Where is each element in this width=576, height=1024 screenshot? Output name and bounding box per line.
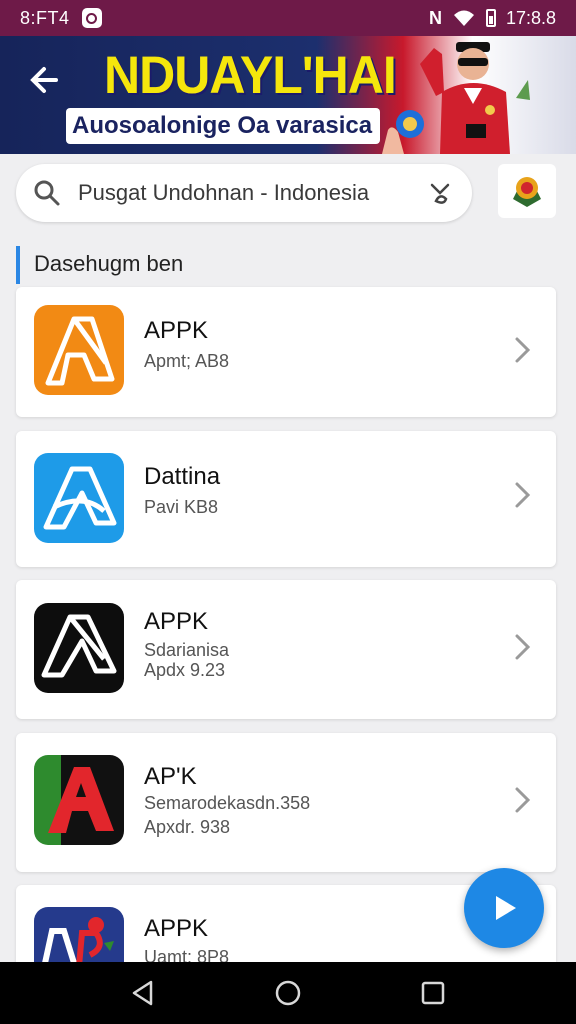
search-icon	[34, 180, 60, 206]
battery-icon	[485, 9, 496, 27]
status-bar: 8:FT4 N 17:8.8	[0, 0, 576, 36]
system-nav-bar	[0, 962, 576, 1024]
profile-badge-button[interactable]	[498, 164, 556, 218]
status-time: 8:FT4	[20, 7, 70, 28]
section-title: Dasehugm ben	[16, 246, 183, 284]
header-banner: NDUAYL'HAI Auosoalonige Oa varasica	[0, 36, 576, 154]
banner-person-illustration	[420, 42, 530, 154]
status-clock: 17:8.8	[505, 7, 556, 28]
banner-subline: Auosoalonige Oa varasica	[66, 108, 380, 144]
home-nav-icon[interactable]	[274, 979, 302, 1007]
voice-search-icon[interactable]	[426, 179, 454, 207]
search-row: Pusgat Undohnan - Indonesia	[0, 154, 576, 234]
nfc-icon: N	[428, 7, 442, 28]
apk-red-icon	[34, 755, 124, 845]
badge-icon	[513, 177, 541, 207]
apk-multicolor-icon	[34, 907, 124, 967]
app-name: APPK	[144, 915, 209, 942]
app-name: APPK	[144, 317, 209, 344]
app-card[interactable]: AP'K Semarodekasdn.358 Apxdr. 938	[16, 733, 556, 872]
wifi-icon	[453, 10, 474, 26]
app-meta: Sdarianisa	[144, 640, 230, 660]
app-card[interactable]: APPK Apmt; AB8	[16, 287, 556, 417]
app-name: AP'K	[144, 763, 197, 790]
search-input[interactable]: Pusgat Undohnan - Indonesia	[16, 164, 472, 222]
app-version: Apxdr. 938	[144, 817, 231, 837]
apk-orange-icon	[34, 305, 124, 395]
chevron-right-icon	[515, 337, 531, 363]
app-card[interactable]: APPK Sdarianisa Apdx 9.23	[16, 580, 556, 719]
apk-black-icon	[34, 603, 124, 693]
app-card[interactable]: Dattina Pavi KB8	[16, 431, 556, 567]
app-version: Apdx 9.23	[144, 660, 226, 680]
app-meta: Pavi KB8	[144, 497, 219, 517]
back-nav-icon[interactable]	[129, 979, 157, 1007]
chevron-right-icon	[515, 634, 531, 660]
app-meta: Semarodekasdn.358	[144, 793, 311, 813]
apk-blue-icon	[34, 453, 124, 543]
chevron-right-icon	[515, 787, 531, 813]
chevron-right-icon	[515, 482, 531, 508]
back-arrow-icon[interactable]	[26, 60, 66, 100]
play-icon	[496, 896, 516, 920]
recents-nav-icon[interactable]	[419, 979, 447, 1007]
search-query-text: Pusgat Undohnan - Indonesia	[78, 180, 370, 205]
app-name: Dattina	[144, 463, 221, 490]
app-meta: Apmt; AB8	[144, 351, 230, 371]
banner-headline: NDUAYL'HAI	[104, 45, 397, 105]
app-name: APPK	[144, 608, 209, 635]
notification-icon	[81, 8, 102, 28]
play-fab-button[interactable]	[464, 868, 544, 948]
